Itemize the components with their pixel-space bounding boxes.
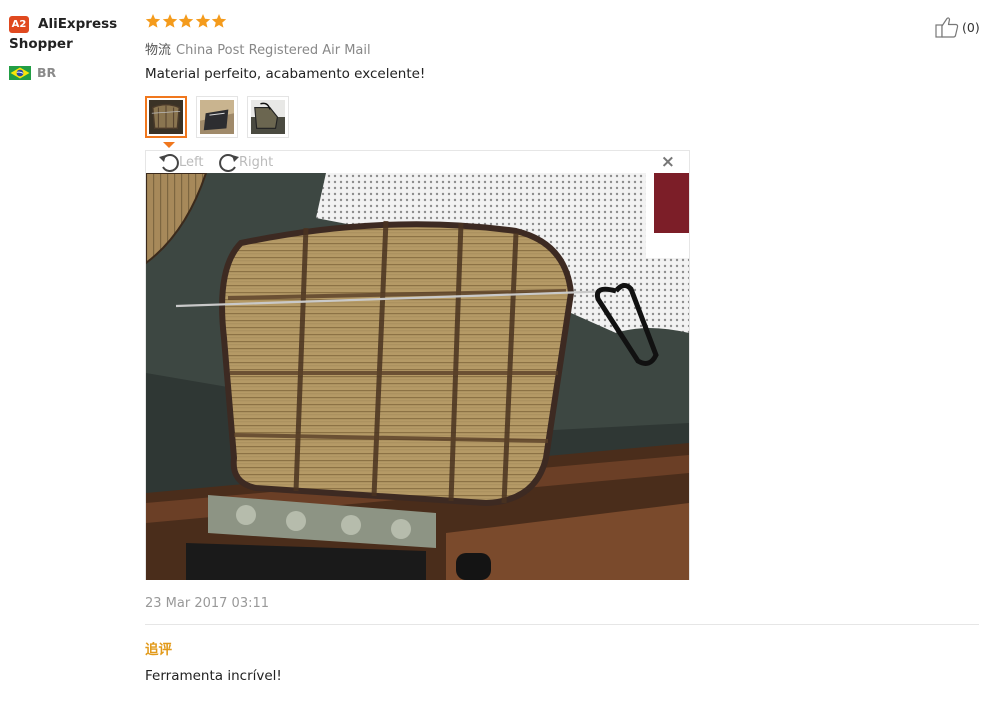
star-rating	[145, 13, 228, 31]
shipping-method: China Post Registered Air Mail	[176, 43, 371, 58]
review-date: 23 Mar 2017 03:11	[145, 596, 270, 611]
divider	[145, 624, 979, 625]
photo-thumbnails	[145, 96, 298, 138]
review-text: Material perfeito, acabamento excelente!	[145, 66, 426, 82]
rotate-left-button[interactable]: Left	[156, 151, 203, 173]
rotate-left-label: Left	[179, 154, 204, 170]
star-icon	[195, 14, 210, 28]
helpful-button[interactable]: (0)	[934, 15, 980, 39]
thumbs-up-icon[interactable]	[934, 15, 962, 39]
star-icon	[211, 14, 227, 28]
close-viewer-button[interactable]: ×	[661, 154, 675, 171]
shipping-label: 物流	[145, 43, 172, 58]
photo-thumbnail-3[interactable]	[247, 96, 289, 138]
photo-thumbnail-image	[251, 100, 285, 134]
additional-feedback-label: 追评	[145, 642, 172, 658]
helpful-count: (0)	[962, 19, 980, 35]
additional-feedback-text: Ferramenta incrível!	[145, 668, 282, 684]
rotate-right-label: Right	[239, 154, 274, 170]
active-thumbnail-indicator	[163, 142, 175, 148]
star-icon	[162, 14, 177, 28]
shipping-info: 物流 China Post Registered Air Mail	[145, 39, 371, 58]
reviewer-country: BR	[37, 65, 57, 80]
photo-thumbnail-1[interactable]	[145, 96, 187, 138]
photo-thumbnail-2[interactable]	[196, 96, 238, 138]
brazil-flag-icon	[9, 66, 31, 80]
star-icon	[145, 14, 161, 28]
viewer-toolbar: Left Right ×	[146, 151, 689, 173]
photo-thumbnail-image	[200, 100, 234, 134]
image-viewer: Left Right ×	[145, 150, 690, 580]
rotate-right-button[interactable]: Right	[216, 151, 273, 173]
photo-thumbnail-image	[149, 100, 183, 134]
review-photo	[146, 173, 689, 580]
star-icon	[178, 14, 194, 28]
user-level-badge: A2	[9, 16, 29, 33]
